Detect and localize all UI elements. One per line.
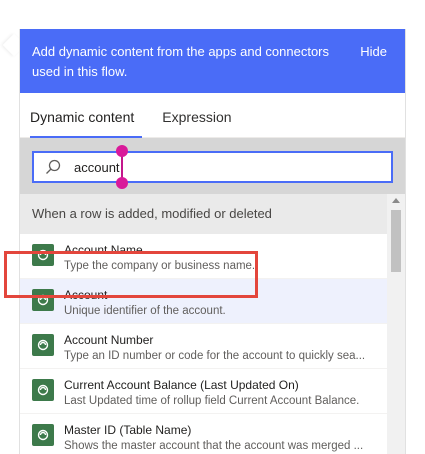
list-item-account-number[interactable]: Account Number Type an ID number or code… bbox=[20, 324, 387, 369]
list-item-account[interactable]: Account Unique identifier of the account… bbox=[20, 279, 387, 324]
search-input[interactable] bbox=[74, 159, 274, 175]
selection-handle-top[interactable] bbox=[116, 145, 128, 157]
dataverse-icon bbox=[32, 424, 54, 446]
content-items: Account Name Type the company or busines… bbox=[20, 234, 387, 454]
tab-expression[interactable]: Expression bbox=[162, 109, 239, 137]
dynamic-content-popover-screen: Add dynamic content from the apps and co… bbox=[0, 0, 425, 454]
section-header: When a row is added, modified or deleted bbox=[20, 194, 387, 234]
item-description: Shows the master account that the accoun… bbox=[64, 440, 364, 452]
item-description: Type an ID number or code for the accoun… bbox=[64, 350, 366, 362]
dataverse-icon bbox=[32, 244, 54, 266]
search-icon bbox=[46, 159, 61, 174]
search-box[interactable] bbox=[32, 145, 393, 189]
item-description: Unique identifier of the account. bbox=[64, 305, 226, 317]
search-area bbox=[20, 138, 405, 194]
item-title: Account bbox=[64, 288, 108, 302]
hide-button[interactable]: Hide bbox=[360, 42, 387, 62]
item-title: Account Number bbox=[64, 333, 154, 347]
list-scrollbar[interactable] bbox=[387, 194, 405, 454]
list-item-master-id[interactable]: Master ID (Table Name) Shows the master … bbox=[20, 414, 387, 454]
selection-handle-bottom[interactable] bbox=[116, 177, 128, 189]
scroll-up-arrow-icon[interactable] bbox=[392, 198, 400, 203]
item-title: Account Name bbox=[64, 243, 143, 257]
dynamic-content-list: When a row is added, modified or deleted… bbox=[20, 194, 405, 454]
banner-text: Add dynamic content from the apps and co… bbox=[32, 44, 330, 79]
dataverse-icon bbox=[32, 334, 54, 356]
scrollbar-thumb[interactable] bbox=[391, 210, 401, 272]
tab-dynamic-content[interactable]: Dynamic content bbox=[30, 109, 143, 138]
dynamic-content-panel: Add dynamic content from the apps and co… bbox=[19, 29, 406, 454]
info-banner: Add dynamic content from the apps and co… bbox=[20, 29, 405, 93]
item-title: Current Account Balance (Last Updated On… bbox=[64, 378, 299, 392]
dataverse-icon bbox=[32, 289, 54, 311]
list-item-account-name[interactable]: Account Name Type the company or busines… bbox=[20, 234, 387, 279]
item-description: Type the company or business name. bbox=[64, 260, 256, 272]
tab-bar: Dynamic content Expression bbox=[20, 93, 405, 138]
item-description: Last Updated time of rollup field Curren… bbox=[64, 395, 360, 407]
list-item-current-account-balance[interactable]: Current Account Balance (Last Updated On… bbox=[20, 369, 387, 414]
item-title: Master ID (Table Name) bbox=[64, 423, 192, 437]
dataverse-icon bbox=[32, 379, 54, 401]
